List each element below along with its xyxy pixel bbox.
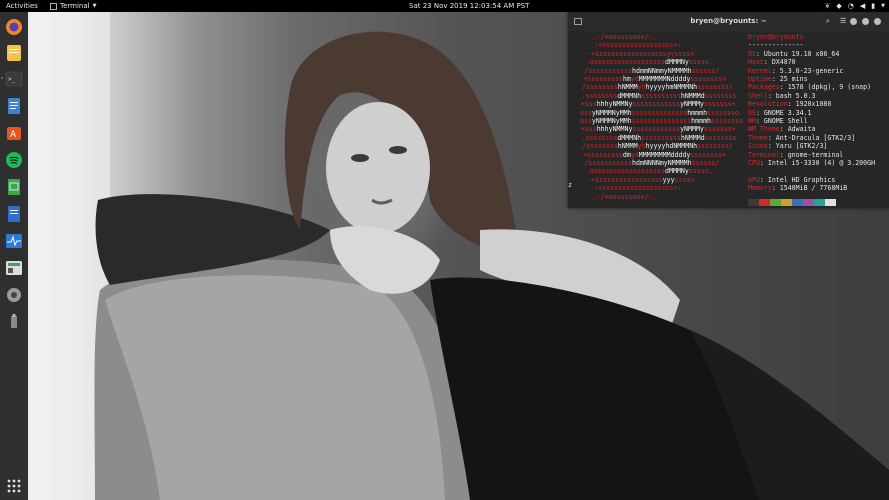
notes-icon[interactable] (5, 44, 23, 62)
leaf-icon[interactable]: ❦ (825, 0, 831, 12)
info-line: Host: DX4870 (748, 58, 796, 67)
document-icon[interactable] (5, 205, 23, 223)
color-swatch (814, 199, 825, 206)
prompt-text: z (568, 180, 572, 189)
logo-line: +sssssssssdmydMMMMMMMMddddyssssssss+ (583, 150, 727, 159)
screenshot-tool-icon[interactable] (5, 259, 23, 277)
terminal-small-icon (50, 2, 57, 10)
info-line: Uptime: 25 mins (748, 75, 808, 83)
logo-line: ossyNMMMNyMMhsssssssssssssshmmmhssssssso (580, 108, 739, 117)
info-line: Shell: bash 5.0.3 (748, 91, 816, 100)
svg-text:A: A (10, 130, 17, 140)
maximize-button[interactable] (862, 18, 869, 25)
software-center-icon[interactable]: A (5, 124, 23, 142)
logo-line: .ssssssssdMMMNhsssssssssshNMMMdssssssss. (581, 133, 741, 142)
close-button[interactable] (874, 18, 881, 25)
info-line: WM Theme: Adwaita (748, 125, 816, 134)
logo-line: /sssssssshNMMMyhhyyyyhdNMMMNhssssssss/ (582, 142, 733, 151)
logo-line: .ssssssssdMMMNhsssssssssshNMMMdssssssss. (581, 91, 741, 100)
logo-line: ossyNMMMNyMMhssssssssssssssshmmmhsssssss… (580, 117, 743, 125)
system-monitor-icon[interactable] (5, 232, 23, 250)
info-line: Resolution: 1920x1080 (748, 100, 832, 109)
color-swatch (825, 199, 836, 206)
new-tab-icon[interactable] (574, 18, 582, 25)
info-line: DE: GNOME 3.34.1 (748, 108, 812, 117)
color-swatch (781, 199, 792, 206)
terminal-titlebar[interactable]: bryen@bryounts: ~ ⌕ ☰ (568, 12, 889, 31)
info-line: Kernel: 5.3.0-23-generic (748, 66, 844, 75)
info-line: -------------- (748, 41, 804, 50)
info-line: WM: GNOME Shell (748, 117, 808, 125)
running-indicator (1, 77, 3, 79)
spreadsheet-icon[interactable] (5, 178, 23, 196)
logo-line: `:+ssssssssssssssssss+:` (590, 184, 686, 193)
grid-icon[interactable] (5, 477, 23, 495)
logo-line: +ssshhhyNMMNyssssssssssssyNMMMysssssss+ (580, 125, 736, 134)
hamburger-menu-icon[interactable]: ☰ (840, 12, 846, 31)
usb-drive-icon[interactable] (5, 313, 23, 331)
chevron-down-icon: ▼ (92, 3, 97, 9)
logo-line: /sssssssshNMMMyhhyyyyhmNMMMNhssssssss/ (582, 83, 733, 92)
info-line: bryen@bryounts (748, 33, 804, 41)
info-line: GPU: Intel HD Graphics (748, 175, 836, 184)
system-tray[interactable]: ❦ ◆ ◔ ◀ ▮ ▼ (825, 0, 885, 12)
settings-gear-icon[interactable] (5, 286, 23, 304)
info-line: OS: Ubuntu 19.10 x86_64 (748, 49, 840, 58)
volume-icon: ◀ (859, 2, 866, 10)
info-line: Theme: Ant-Dracula [GTK2/3] (748, 133, 856, 142)
color-swatch (759, 199, 770, 206)
dock: >_ A (0, 12, 28, 500)
logo-line: +ssssssssshmydMMMMMMMNddddyssssssss+ (583, 75, 727, 83)
info-line: Icons: Yaru [GTK2/3] (748, 142, 828, 151)
terminal-icon[interactable]: >_ (5, 70, 23, 88)
minimize-button[interactable] (850, 18, 857, 25)
logo-line: .-/+oossssoo+/-. (592, 192, 657, 201)
top-bar: Activities Terminal ▼ Sat 23 Nov 2019 12… (0, 0, 889, 12)
dropbox-icon[interactable]: ◆ (836, 0, 841, 12)
logo-line: +ssshhhyNMMNyssssssssssssyNMMMysssssss+ (580, 100, 736, 109)
color-swatch (748, 199, 759, 206)
logo-line: -+ssssssssssssssssssyyssss+- (587, 49, 699, 58)
logo-line: /ssssssssssshdmNNNNmyNMMMMhssssss/ (584, 159, 720, 167)
logo-line: -+sssssssssssssssssyyyssss+- (587, 175, 699, 184)
color-swatch (770, 199, 781, 206)
info-line: Memory: 1548MiB / 7768MiB (748, 184, 848, 193)
wifi-icon: ◔ (847, 2, 854, 10)
clock[interactable]: Sat 23 Nov 2019 12:03:54 AM PST (409, 0, 529, 12)
terminal-window[interactable]: bryen@bryounts: ~ ⌕ ☰ .-/+oossssoo+/-. `:… (568, 12, 889, 208)
info-line: Terminal: gnome-terminal (748, 150, 844, 159)
activities-button[interactable]: Activities (6, 0, 38, 12)
app-menu[interactable]: Terminal ▼ (50, 0, 96, 12)
color-swatch (792, 199, 803, 206)
battery-icon: ▮ (871, 2, 876, 10)
logo-line: /ssssssssssshdmmNNmmyNMMMMhssssss/ (584, 66, 720, 75)
info-line: Packages: 1578 (dpkg), 9 (snap) (748, 83, 872, 92)
text-editor-icon[interactable] (5, 97, 23, 115)
svg-text:>_: >_ (8, 76, 16, 83)
spotify-icon[interactable] (5, 151, 23, 169)
info-line: CPU: Intel i5-3330 (4) @ 3.200GH (748, 159, 876, 167)
terminal-title: bryen@bryounts: ~ (690, 17, 767, 25)
firefox-icon[interactable] (5, 18, 23, 36)
logo-line: .ossssssssssssssssssdMMMNysssso. (585, 167, 713, 176)
terminal-output[interactable]: .-/+oossssoo+/-. `:+ssssssssssssssssss+:`… (568, 31, 889, 208)
app-menu-label: Terminal (60, 2, 90, 10)
logo-line: .-/+oossssoo+/-. (592, 33, 657, 41)
logo-line: `:+ssssssssssssssssss+:` (590, 41, 686, 50)
search-icon[interactable]: ⌕ (826, 12, 830, 31)
chevron-down-icon[interactable]: ▼ (881, 0, 885, 12)
color-swatch (803, 199, 814, 206)
logo-line: .ossssssssssssssssssdMMMNysssso. (585, 58, 713, 67)
